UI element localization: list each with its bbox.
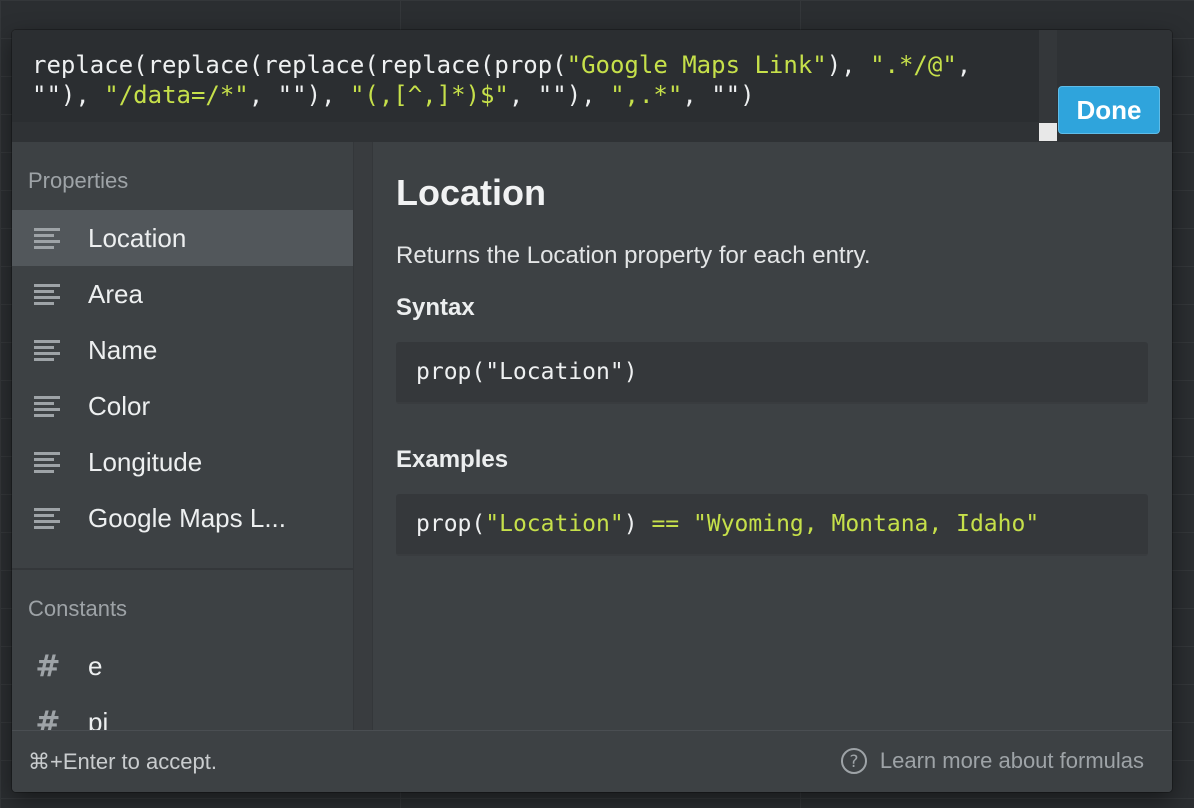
modal-footer: ⌘+Enter to accept. ? Learn more about fo… — [12, 730, 1172, 792]
accept-hint: ⌘+Enter to accept. — [28, 749, 217, 774]
formula-token: ), — [60, 81, 105, 109]
example-code: prop("Location") == "Wyoming, Montana, I… — [396, 494, 1148, 556]
learn-more-link[interactable]: ? Learn more about formulas — [840, 747, 1144, 775]
example-code-part: prop( — [416, 511, 486, 537]
syntax-heading: Syntax — [396, 294, 475, 321]
question-circle-icon: ? — [840, 747, 868, 775]
formula-token: "" — [32, 81, 61, 109]
formula-editor: replace(replace(replace(replace(prop("Go… — [12, 30, 1172, 142]
sidebar-item-label: Longitude — [88, 446, 203, 477]
detail-panel: Location Returns the Location property f… — [373, 142, 1172, 730]
formula-modal: replace(replace(replace(replace(prop("Go… — [12, 30, 1172, 792]
formula-string-token: "Google Maps Link" — [566, 51, 827, 79]
formula-token: "" — [277, 81, 307, 109]
sidebar-item-label: pi — [88, 706, 109, 731]
detail-description: Returns the Location property for each e… — [396, 242, 871, 269]
examples-heading: Examples — [396, 446, 509, 473]
sidebar-item-name[interactable]: Name — [12, 322, 353, 378]
sidebar-item-pi[interactable]: # pi — [12, 694, 353, 731]
text-lines-icon — [34, 448, 62, 476]
formula-token: , — [248, 81, 278, 109]
formula-token: ), — [826, 51, 871, 79]
formula-string-token: "(,[^,]*)$" — [349, 81, 509, 109]
formula-token: "" — [711, 81, 741, 109]
hash-icon: # — [35, 648, 61, 684]
text-lines-icon — [34, 280, 62, 308]
formula-token: , — [682, 81, 712, 109]
example-code-operator: == — [651, 511, 680, 537]
detail-title: Location — [396, 172, 546, 213]
sidebar-item-label: Location — [88, 222, 187, 253]
constants-section-title: Constants — [28, 596, 128, 621]
formula-token: "" — [537, 81, 567, 109]
done-button[interactable]: Done — [1058, 86, 1160, 134]
sidebar-item-google-maps-link[interactable]: Google Maps L... — [12, 490, 353, 546]
sidebar-item-label: Name — [88, 334, 158, 365]
sidebar-item-label: e — [88, 650, 103, 681]
sidebar-item-location[interactable]: Location — [12, 210, 353, 266]
syntax-code: prop("Location") — [396, 342, 1148, 404]
example-code-part — [679, 511, 693, 537]
svg-text:?: ? — [849, 752, 858, 772]
properties-section-title: Properties — [28, 168, 129, 193]
sidebar-item-label: Color — [88, 390, 151, 421]
text-lines-icon — [34, 336, 62, 364]
example-code-string: "Location" — [485, 511, 624, 537]
editor-scrollbar-thumb[interactable] — [1039, 123, 1057, 141]
formula-token: ), — [306, 81, 350, 109]
editor-scrollbar[interactable] — [1039, 30, 1057, 142]
formula-token: , — [508, 81, 538, 109]
example-code-string: "Wyoming, Montana, Idaho" — [693, 511, 1040, 537]
formula-token: , — [956, 51, 986, 79]
sidebar-item-label: Google Maps L... — [88, 502, 286, 533]
hash-icon: # — [35, 704, 61, 731]
sidebar-item-e[interactable]: # e — [12, 638, 353, 694]
formula-string-token: ".*/@" — [870, 51, 957, 79]
formula-token: ) — [740, 81, 755, 109]
learn-more-label: Learn more about formulas — [879, 748, 1144, 773]
sidebar-divider — [12, 568, 353, 570]
sidebar-scrollbar[interactable] — [353, 142, 373, 730]
sidebar-item-color[interactable]: Color — [12, 378, 353, 434]
example-code-part: ) — [623, 511, 652, 537]
formula-token: ), — [566, 81, 611, 109]
sidebar-item-area[interactable]: Area — [12, 266, 353, 322]
text-lines-icon — [34, 392, 62, 420]
sidebar-item-label: Area — [88, 278, 143, 309]
formula-string-token: "/data=/*" — [104, 81, 249, 109]
text-lines-icon — [34, 504, 62, 532]
sidebar-item-longitude[interactable]: Longitude — [12, 434, 353, 490]
formula-string-token: ",.*" — [610, 81, 683, 109]
formula-token: replace(replace(replace(replace(prop( — [32, 51, 567, 79]
formula-input[interactable]: replace(replace(replace(replace(prop("Go… — [12, 30, 1039, 122]
text-lines-icon — [34, 224, 62, 252]
function-sidebar: Properties Location Area Name Color Long… — [12, 142, 353, 730]
